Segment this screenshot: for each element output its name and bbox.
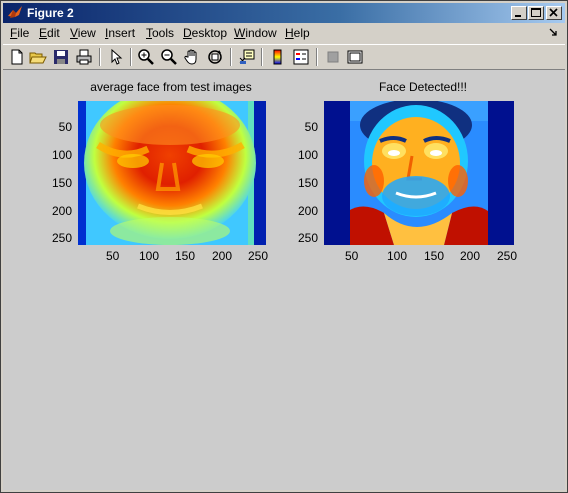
axes1-title: average face from test images (90, 80, 252, 94)
menu-insert[interactable]: Insert (105, 26, 135, 40)
matlab-logo-icon (8, 6, 22, 18)
print-icon (76, 49, 92, 65)
zoom-in-button[interactable] (137, 48, 155, 66)
axes1-ytick: 200 (51, 204, 72, 218)
menu-help[interactable]: Help (285, 26, 310, 40)
data-cursor-icon (239, 49, 255, 64)
axes1-ytick: 50 (58, 120, 72, 134)
axes2-ytick: 250 (297, 231, 318, 245)
hide-plot-tools-button[interactable] (324, 48, 342, 66)
figure-window: Figure 2 File Edit View Insert Tools Des… (0, 0, 568, 493)
axes1-ytick: 150 (51, 176, 72, 190)
zoom-out-button[interactable] (160, 48, 178, 66)
close-icon (549, 8, 558, 17)
maximize-icon (531, 8, 541, 17)
axes1-average-face-image[interactable] (78, 101, 266, 245)
toolbar-separator (261, 48, 263, 66)
toolbar-separator (130, 48, 132, 66)
figure-toolbar (3, 44, 565, 70)
legend-button[interactable] (292, 48, 310, 66)
menu-desktop[interactable]: Desktop (183, 26, 227, 40)
axes2-ytick: 50 (304, 120, 318, 134)
select-button[interactable] (107, 48, 125, 66)
axes1-xtick: 100 (139, 249, 160, 263)
axes2-ytick: 150 (297, 176, 318, 190)
new-file-icon (11, 49, 23, 65)
print-button[interactable] (75, 48, 93, 66)
rotate-3d-icon (208, 50, 222, 64)
open-folder-icon (29, 52, 47, 64)
open-file-button[interactable] (29, 48, 47, 66)
axes2-xtick: 200 (460, 249, 481, 263)
toolbar-separator (316, 48, 318, 66)
axes1-xtick: 50 (106, 249, 120, 263)
colorbar-icon (273, 49, 282, 65)
close-button[interactable] (546, 6, 562, 20)
hide-plot-tools-icon (327, 51, 339, 63)
pan-button[interactable] (183, 48, 201, 66)
minimize-button[interactable] (511, 6, 527, 20)
zoom-out-icon (161, 49, 177, 65)
axes1-xtick: 150 (175, 249, 196, 263)
maximize-button[interactable] (528, 6, 544, 20)
show-plot-tools-icon (347, 50, 363, 64)
select-arrow-icon (111, 48, 123, 65)
dock-arrow-icon[interactable] (549, 27, 559, 37)
toolbar-separator (99, 48, 101, 66)
rotate-3d-button[interactable] (206, 48, 224, 66)
axes2-xtick: 150 (424, 249, 445, 263)
menu-view[interactable]: View (70, 26, 96, 40)
toolbar-separator (230, 48, 232, 66)
save-icon (54, 50, 68, 64)
legend-icon (293, 49, 309, 65)
menu-window[interactable]: Window (234, 26, 277, 40)
figure-canvas: average face from test images 50 100 150… (3, 70, 565, 490)
axes1-ytick: 100 (51, 148, 72, 162)
show-plot-tools-button[interactable] (346, 48, 364, 66)
axes2-xtick: 100 (387, 249, 408, 263)
colorbar-button[interactable] (269, 48, 287, 66)
axes2-detected-face-image[interactable] (324, 101, 514, 245)
minimize-icon (515, 15, 521, 17)
axes1-xtick: 200 (212, 249, 233, 263)
axes1-ytick: 250 (51, 231, 72, 245)
new-file-button[interactable] (8, 48, 26, 66)
menu-tools[interactable]: Tools (146, 26, 174, 40)
title-bar[interactable]: Figure 2 (3, 3, 565, 23)
axes2-xtick: 50 (345, 249, 359, 263)
menu-edit[interactable]: Edit (39, 26, 60, 40)
window-title: Figure 2 (27, 6, 74, 20)
zoom-in-icon (138, 49, 154, 65)
axes2-ytick: 200 (297, 204, 318, 218)
pan-hand-icon (184, 49, 197, 65)
menu-bar: File Edit View Insert Tools Desktop Wind… (3, 24, 565, 43)
data-cursor-button[interactable] (238, 48, 256, 66)
save-button[interactable] (52, 48, 70, 66)
axes1-xtick: 250 (248, 249, 269, 263)
axes2-title: Face Detected!!! (378, 80, 468, 94)
axes2-ytick: 100 (297, 148, 318, 162)
axes2-xtick: 250 (497, 249, 518, 263)
menu-file[interactable]: File (10, 26, 29, 40)
